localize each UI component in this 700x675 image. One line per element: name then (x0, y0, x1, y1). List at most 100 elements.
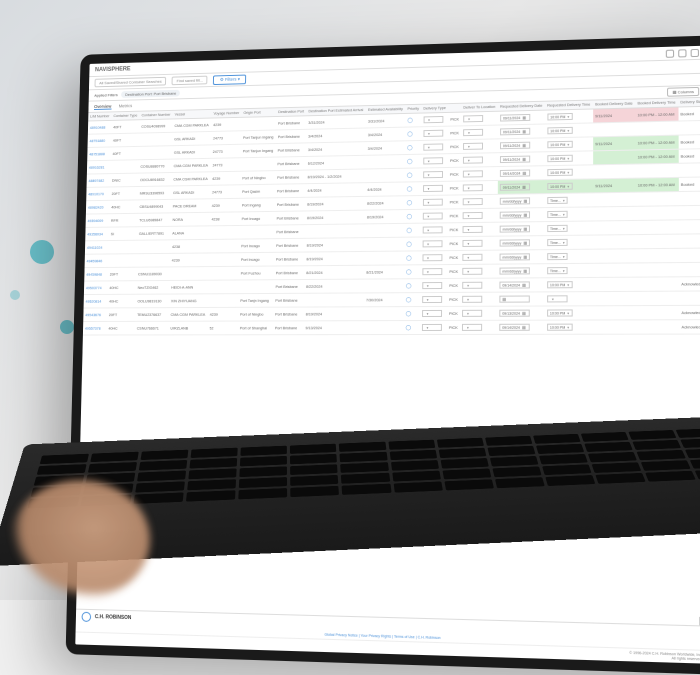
deliver-to-select[interactable] (462, 268, 482, 275)
deliver-to-select[interactable] (462, 282, 482, 289)
col-header[interactable] (448, 104, 461, 113)
req-time-select[interactable]: 10:00 PM (547, 127, 572, 134)
deliver-to-select[interactable] (462, 240, 482, 247)
req-time-select[interactable]: 10:00 PM (547, 169, 572, 176)
bookmark-icon[interactable]: ◯ (406, 227, 412, 233)
delivery-type-select[interactable] (423, 130, 443, 137)
delivery-type-select[interactable] (423, 116, 443, 123)
req-time-select[interactable]: 10:00 PM (547, 281, 572, 288)
req-time-select[interactable]: Time... (547, 197, 568, 204)
req-time-select[interactable]: Time... (547, 225, 568, 232)
deliver-to-select[interactable] (463, 129, 483, 136)
req-date-input[interactable]: mm/dd/yyyy ▦ (500, 197, 531, 204)
lm-link[interactable]: 49543676 (85, 313, 101, 317)
search-input[interactable]: Find saved filt... (172, 76, 208, 86)
tab-metrics[interactable]: Metrics (119, 103, 133, 109)
grid-icon[interactable] (666, 49, 674, 57)
deliver-to-select[interactable] (463, 226, 483, 233)
deliver-to-select[interactable] (463, 156, 483, 163)
deliver-to-select[interactable] (463, 143, 483, 150)
lm-link[interactable]: 48751888 (89, 152, 105, 156)
deliver-to-select[interactable] (462, 296, 482, 303)
lm-link[interactable]: 49411024 (87, 245, 103, 249)
req-date-input[interactable]: 09/14/2024 ▦ (500, 169, 530, 176)
lm-link[interactable]: 48916281 (89, 165, 105, 169)
lm-link[interactable]: 49557378 (85, 326, 101, 330)
bookmark-icon[interactable]: ◯ (406, 325, 412, 331)
req-date-input[interactable]: mm/dd/yyyy ▦ (499, 267, 530, 274)
bookmark-icon[interactable]: ◯ (406, 241, 412, 247)
bookmark-icon[interactable]: ◯ (406, 255, 412, 261)
filters-button[interactable]: ⚙ Filters ▾ (213, 74, 246, 84)
bookmark-icon[interactable]: ◯ (407, 158, 413, 164)
req-time-select[interactable]: 10:00 PM (547, 309, 572, 316)
delivery-type-select[interactable] (422, 324, 442, 331)
deliver-to-select[interactable] (463, 115, 483, 122)
bookmark-icon[interactable]: ◯ (406, 283, 412, 289)
req-time-select[interactable]: 10:00 PM (547, 324, 572, 331)
lm-link[interactable]: 49459846 (87, 259, 103, 263)
delivery-type-select[interactable] (422, 254, 442, 261)
filter-chip[interactable]: Destination Port: Port Brisbane (121, 90, 180, 98)
delivery-type-select[interactable] (423, 143, 443, 150)
scope-select[interactable]: All Saved/Shared Container Searches (95, 77, 167, 87)
deliver-to-select[interactable] (462, 310, 482, 317)
req-date-input[interactable]: mm/dd/yyyy ▦ (500, 211, 531, 218)
lm-link[interactable]: 49356034 (87, 232, 103, 236)
bookmark-icon[interactable]: ◯ (407, 200, 413, 206)
req-date-input[interactable]: mm/dd/yyyy ▦ (499, 225, 530, 232)
req-date-input[interactable]: 09/11/2024 ▦ (500, 183, 530, 190)
lm-link[interactable]: 48897482 (89, 178, 105, 182)
delivery-type-select[interactable] (423, 171, 443, 178)
lm-link[interactable]: 48751880 (89, 139, 105, 143)
req-time-select[interactable]: 10:00 PM (547, 183, 572, 190)
delivery-type-select[interactable] (422, 282, 442, 289)
deliver-to-select[interactable] (463, 198, 483, 205)
req-date-input[interactable]: mm/dd/yyyy ▦ (499, 239, 530, 246)
delivery-type-select[interactable] (423, 185, 443, 192)
delivery-type-select[interactable] (423, 157, 443, 164)
delivery-type-select[interactable] (422, 240, 442, 247)
req-time-select[interactable]: Time... (547, 211, 568, 218)
lm-link[interactable]: 48910488 (90, 125, 106, 129)
deliver-to-select[interactable] (462, 324, 482, 331)
bookmark-icon[interactable]: ◯ (407, 117, 413, 123)
bookmark-icon[interactable]: ◯ (406, 213, 412, 219)
bookmark-icon[interactable]: ◯ (406, 269, 412, 275)
req-date-input[interactable]: 09/13/2024 ▦ (499, 310, 529, 317)
req-date-input[interactable]: mm/dd/yyyy ▦ (499, 253, 530, 260)
deliver-to-select[interactable] (463, 170, 483, 177)
lm-link[interactable]: 49394009 (88, 219, 104, 223)
req-date-input[interactable]: ▦ (499, 295, 529, 302)
deliver-to-select[interactable] (463, 184, 483, 191)
bookmark-icon[interactable]: ◯ (407, 186, 413, 192)
bookmark-icon[interactable]: ◯ (406, 311, 412, 317)
notification-icon[interactable] (678, 49, 686, 57)
bookmark-icon[interactable]: ◯ (407, 145, 413, 151)
columns-button[interactable]: ▦ Columns (667, 87, 699, 97)
req-time-select[interactable]: 10:00 PM (547, 155, 572, 162)
req-time-select[interactable]: Time... (547, 253, 568, 260)
delivery-type-select[interactable] (422, 310, 442, 317)
delivery-type-select[interactable] (422, 212, 442, 219)
req-date-input[interactable]: 09/11/2024 ▦ (500, 156, 530, 164)
lm-link[interactable]: 49459848 (86, 272, 102, 276)
lm-link[interactable]: 49520814 (86, 299, 102, 303)
req-time-select[interactable]: Time... (547, 267, 568, 274)
lm-link[interactable]: 48982420 (88, 205, 104, 209)
deliver-to-select[interactable] (462, 254, 482, 261)
req-date-input[interactable]: 09/14/2024 ▦ (499, 324, 529, 331)
lm-link[interactable]: 49503774 (86, 286, 102, 290)
req-time-select[interactable] (547, 295, 567, 302)
deliver-to-select[interactable] (463, 212, 483, 219)
bookmark-icon[interactable]: ◯ (407, 172, 413, 178)
req-time-select[interactable]: Time... (547, 239, 568, 246)
lm-link[interactable]: 48910170 (88, 192, 104, 196)
req-date-input[interactable]: 09/14/2024 ▦ (499, 281, 529, 288)
delivery-type-select[interactable] (422, 226, 442, 233)
req-date-input[interactable]: 09/11/2024 ▦ (500, 114, 530, 122)
bookmark-icon[interactable]: ◯ (406, 297, 412, 303)
req-date-input[interactable]: 09/11/2024 ▦ (500, 142, 530, 150)
delivery-type-select[interactable] (422, 268, 442, 275)
delivery-type-select[interactable] (422, 199, 442, 206)
